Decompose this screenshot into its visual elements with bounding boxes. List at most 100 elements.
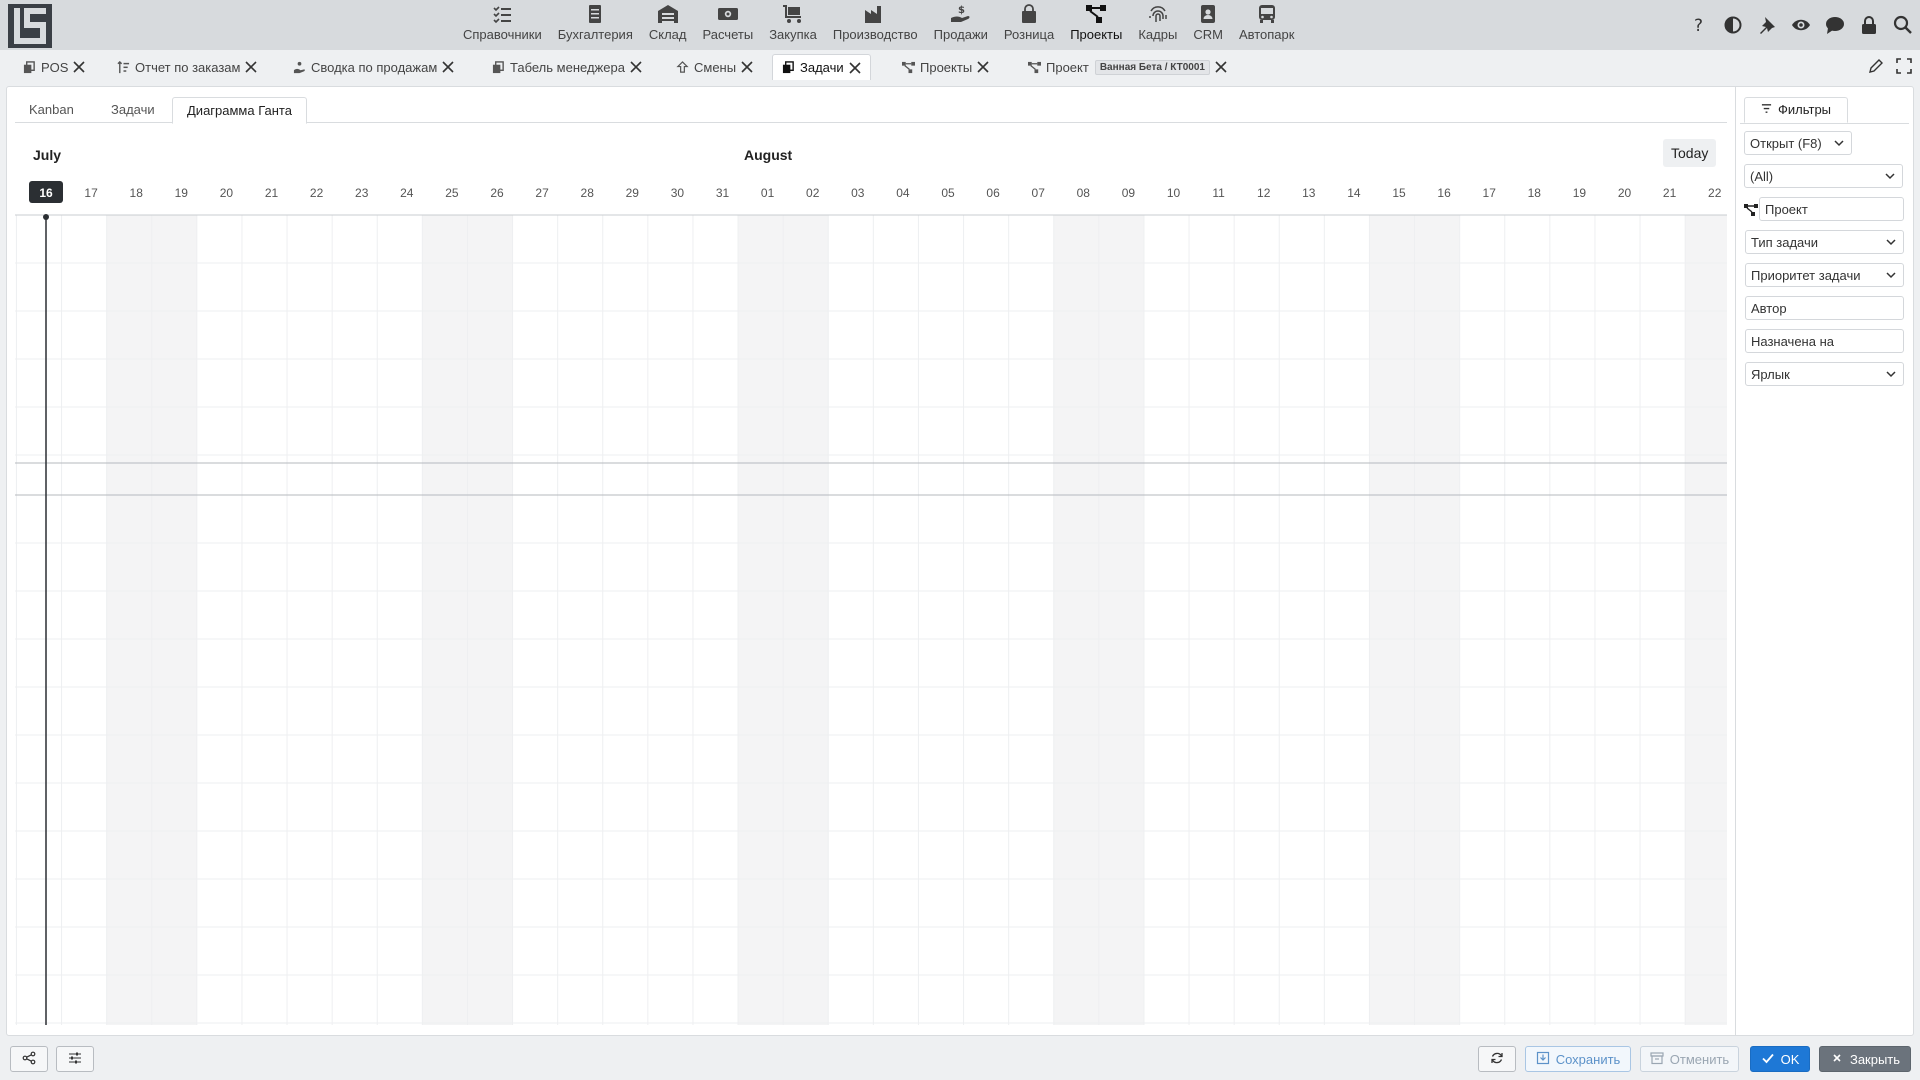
day-label: 25 [445,186,459,200]
module-label: Расчеты [702,27,754,42]
doc-tab-manager-timesheet[interactable]: Табель менеджера [491,54,643,80]
search-icon[interactable] [1886,8,1920,42]
weekend-column [738,215,784,1025]
module-spravochniki[interactable]: Справочники [455,0,550,50]
module-roznica[interactable]: Розница [996,0,1062,50]
day-label: 18 [1528,186,1542,200]
close-icon[interactable] [1214,60,1228,74]
ok-label: OK [1780,1051,1800,1067]
close-icon[interactable] [244,60,258,74]
module-label: Розница [1003,27,1055,42]
project-filter-placeholder: Проект [1765,201,1808,217]
module-kadry[interactable]: Кадры [1130,0,1185,50]
task-priority-filter[interactable]: Приоритет задачи [1745,263,1904,287]
close-icon[interactable] [848,61,862,75]
doc-tab-pos[interactable]: POS [22,54,86,80]
module-crm[interactable]: CRM [1185,0,1231,50]
doc-tab-tasks[interactable]: Задачи [772,54,871,80]
doc-tab-order-report[interactable]: Отчет по заказам [116,54,258,80]
pin-icon[interactable] [1750,8,1784,42]
save-button[interactable]: Сохранить [1525,1046,1631,1072]
module-prodazhi[interactable]: $ Продажи [926,0,996,50]
project-tree-icon [901,60,915,74]
copy-icon [22,60,36,74]
day-label: 01 [761,186,775,200]
day-label: 12 [1257,186,1271,200]
close-icon[interactable] [72,60,86,74]
close-icon[interactable] [441,60,455,74]
lock-icon[interactable] [1852,8,1886,42]
factory-icon [864,3,886,25]
day-label: 22 [310,186,324,200]
share-button[interactable] [10,1046,48,1072]
project-tree-icon [1085,3,1107,25]
label-filter[interactable]: Ярлык [1745,362,1904,386]
gantt-chart[interactable]: 16 17 18 19 20 21 22 23 24 25 26 27 28 29 30 31 01 02 03 04… [7,87,1735,1035]
doc-tab-sales-summary[interactable]: Сводка по продажам [292,54,455,80]
module-avtopark[interactable]: Автопарк [1231,0,1303,50]
module-label: Справочники [463,27,542,42]
day-label: 31 [716,186,730,200]
filter-icon [1761,97,1772,123]
eye-icon[interactable] [1784,8,1818,42]
assignee-filter[interactable]: Назначена на [1745,329,1904,353]
close-icon [1830,1051,1844,1068]
module-proekty[interactable]: Проекты [1062,0,1130,50]
status-filter[interactable]: Открыт (F8) [1744,131,1852,155]
day-label: 16 [39,186,53,200]
status-filter-value: Открыт (F8) [1750,135,1822,151]
archive-icon [1650,1051,1664,1068]
doc-tools [1866,56,1914,76]
module-raschety[interactable]: Расчеты [694,0,761,50]
contrast-icon[interactable] [1716,8,1750,42]
scope-filter[interactable]: (All) [1744,164,1903,188]
chat-icon[interactable] [1818,8,1852,42]
task-type-filter[interactable]: Тип задачи [1745,230,1904,254]
close-icon[interactable] [740,60,754,74]
close-icon[interactable] [976,60,990,74]
module-label: Бухгалтерия [557,27,633,42]
chevron-down-icon [1884,367,1898,381]
day-label: 11 [1212,186,1225,200]
day-label: 19 [175,186,189,200]
cancel-button[interactable]: Отменить [1640,1046,1739,1072]
module-zakupka[interactable]: Закупка [761,0,825,50]
scope-filter-value: (All) [1750,168,1774,184]
doc-tab-label: POS [41,59,69,75]
doc-tab-projects[interactable]: Проекты [901,54,990,80]
list-check-icon [491,3,513,25]
doc-tab-shifts[interactable]: Смены [675,54,754,80]
svg-text:$: $ [958,5,965,16]
close-icon[interactable] [629,60,643,74]
settings-button[interactable] [56,1046,94,1072]
day-label: 16 [1437,186,1451,200]
module-label: Кадры [1138,27,1178,42]
close-label: Закрыть [1849,1051,1901,1067]
refresh-button[interactable] [1478,1046,1516,1072]
help-icon[interactable]: ? [1682,8,1716,42]
save-icon [1536,1051,1550,1068]
day-label: 07 [1032,186,1046,200]
doc-tab-project[interactable]: Проект Ванная Бета / КТ0001 [1027,54,1228,80]
main-panel: Kanban Задачи Диаграмма Ганта July Augus… [6,86,1914,1036]
warehouse-icon [657,3,679,25]
doc-tab-label: Смены [694,59,737,75]
author-filter[interactable]: Автор [1745,296,1904,320]
module-label: Автопарк [1238,27,1295,42]
project-tree-icon [1027,60,1041,74]
module-sklad[interactable]: Склад [641,0,695,50]
document-tabs: POS Отчет по заказам Сводка по продажам … [0,50,1920,80]
day-label: 21 [1663,186,1677,200]
hand-coin-icon [292,60,306,74]
fullscreen-icon[interactable] [1894,56,1914,76]
edit-icon[interactable] [1866,56,1886,76]
app-logo[interactable] [8,4,52,48]
project-filter[interactable]: Проект [1759,197,1904,221]
module-buhgalteriya[interactable]: Бухгалтерия [550,0,641,50]
close-button[interactable]: Закрыть [1819,1046,1911,1072]
module-label: Производство [832,27,918,42]
filters-tab[interactable]: Фильтры [1744,97,1849,123]
module-proizvodstvo[interactable]: Производство [825,0,926,50]
day-label: 22 [1708,186,1722,200]
ok-button[interactable]: OK [1750,1046,1810,1072]
